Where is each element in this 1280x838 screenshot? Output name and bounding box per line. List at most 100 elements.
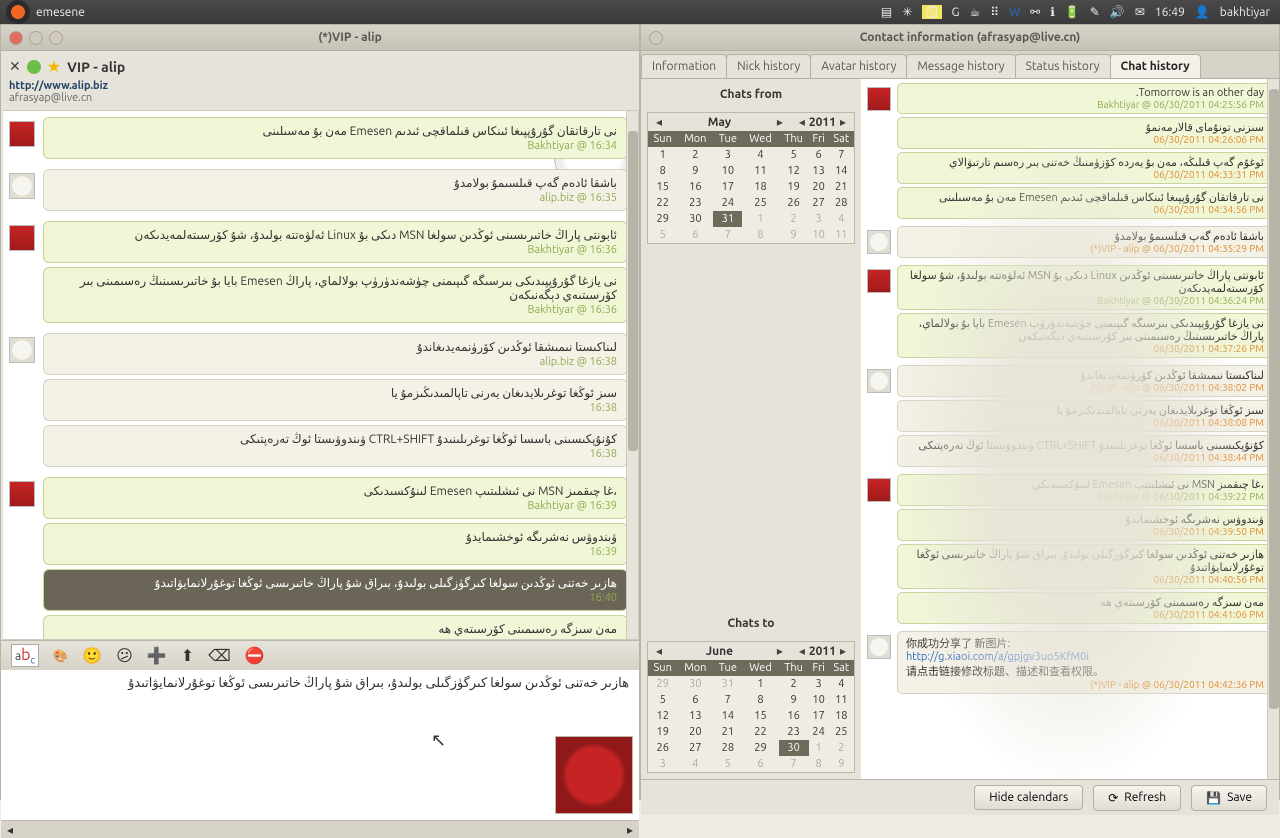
- cal-day[interactable]: 10: [809, 227, 829, 243]
- font-button[interactable]: abc: [11, 644, 39, 667]
- cal-day[interactable]: 10: [713, 163, 742, 179]
- tab-status-history[interactable]: Status history: [1015, 54, 1111, 78]
- message-bubble[interactable]: سىز ئوڭغا توغرىلايدىغان يەرنى تاپالمىدىڭ…: [43, 379, 628, 421]
- cal-day[interactable]: 9: [677, 163, 713, 179]
- cal-day[interactable]: 7: [779, 756, 809, 772]
- cal-day[interactable]: 22: [648, 195, 677, 211]
- tab-message-history[interactable]: Message history: [906, 54, 1015, 78]
- cal-next-month-icon[interactable]: ▸: [773, 115, 787, 129]
- grid-icon[interactable]: G: [952, 6, 960, 19]
- message-bubble[interactable]: لىناكىستا نىمىشقا ئوڭدىن كۆرۈنمەيدىغاندۇ…: [43, 333, 628, 375]
- notes-icon[interactable]: 🗒: [922, 5, 941, 19]
- ubuntu-logo-icon[interactable]: [6, 0, 30, 24]
- hide-calendars-button[interactable]: Hide calendars: [974, 785, 1083, 810]
- cal-day[interactable]: 4: [829, 211, 854, 227]
- history-bubble[interactable]: ۋىندوۋس نەشرىگە ئوخشىمايدۇ06/30/2011 04:…: [897, 509, 1273, 541]
- cal-day[interactable]: 2: [677, 147, 713, 163]
- cal-day[interactable]: 5: [648, 227, 677, 243]
- cal-day[interactable]: 20: [809, 179, 829, 195]
- cal-day[interactable]: 18: [742, 179, 778, 195]
- history-bubble[interactable]: 你成功分享了 新图片:http://g.xiaoi.com/a/gpjgv3uo…: [897, 631, 1273, 694]
- window-maximize-button[interactable]: [49, 31, 63, 45]
- cal-day[interactable]: 30: [677, 676, 713, 692]
- cal-day[interactable]: 26: [779, 195, 809, 211]
- cal-day[interactable]: 3: [648, 756, 677, 772]
- cal-day[interactable]: 5: [648, 692, 677, 708]
- message-bubble[interactable]: نى تارقاتقان گۇرۇپپىغا ئىنكاس قىلماقچى ئ…: [43, 117, 628, 159]
- history-bubble[interactable]: ھازىر خەتنى ئوڭدىن سولغا كىرگۈزگىلى بولى…: [897, 544, 1273, 589]
- bluetooth-icon[interactable]: ✳: [902, 5, 912, 19]
- favorite-star-icon[interactable]: ★: [47, 57, 61, 76]
- cal-day[interactable]: 6: [809, 147, 829, 163]
- history-bubble[interactable]: لىناكىستا نىمىشقا ئوڭدىن كۆرۈنمەيدىغاندۇ…: [897, 365, 1273, 397]
- cal-day[interactable]: 9: [779, 692, 809, 708]
- cal-day[interactable]: 6: [742, 756, 778, 772]
- color-button[interactable]: 🎨: [53, 649, 68, 663]
- bluetooth2-icon[interactable]: ⚯: [1030, 5, 1040, 19]
- message-bubble[interactable]: ھازىر خەتنى ئوڭدىن سولغا كىرگۈزگىلى بولى…: [43, 569, 628, 611]
- tray-icon[interactable]: ▤: [881, 5, 892, 19]
- cal-day[interactable]: 31: [713, 676, 742, 692]
- scroll-left-icon[interactable]: ◂: [7, 823, 13, 837]
- cal-day[interactable]: 19: [648, 724, 677, 740]
- cal-day[interactable]: 31: [713, 211, 742, 227]
- cal-day[interactable]: 15: [742, 708, 778, 724]
- cal-day[interactable]: 8: [648, 163, 677, 179]
- cal-day[interactable]: 14: [713, 708, 742, 724]
- contact-website[interactable]: http://www.alip.biz: [9, 80, 108, 92]
- cal-day[interactable]: 13: [809, 163, 829, 179]
- message-input[interactable]: ھازىر خەتنى ئوڭدىن سولغا كىرگۈزگىلى بولى…: [1, 670, 639, 820]
- message-bubble[interactable]: مەن سىزگە رەسىمىنى كۆرسىتەي ھە16:41: [43, 615, 628, 640]
- cal-day[interactable]: 4: [742, 147, 778, 163]
- close-tab-icon[interactable]: ✕: [9, 58, 21, 75]
- cal-day[interactable]: 8: [809, 756, 829, 772]
- message-bubble[interactable]: ،غا چىقمىز MSN نى ئىشلىتىپ Emesen لىنۇكس…: [43, 477, 628, 519]
- cal-prev-month-icon[interactable]: ◂: [652, 115, 666, 129]
- cal-day[interactable]: 29: [648, 676, 677, 692]
- cal-next-month-icon[interactable]: ▸: [773, 644, 787, 658]
- cal-day[interactable]: 11: [829, 692, 854, 708]
- window-minimize-button[interactable]: [29, 31, 43, 45]
- volume-icon[interactable]: 🔊: [1110, 5, 1125, 19]
- cal-day[interactable]: 27: [677, 740, 713, 756]
- cal-day[interactable]: 27: [809, 195, 829, 211]
- history-bubble[interactable]: ئوغۇم گەپ قىلىڭە، مەن بۇ يەردە كۆزۈمنىڭ …: [897, 152, 1273, 184]
- chat-message-area[interactable]: نى تارقاتقان گۇرۇپپىغا ئىنكاس قىلماقچى ئ…: [3, 110, 639, 640]
- cal-day[interactable]: 21: [713, 724, 742, 740]
- cal-day[interactable]: 6: [677, 227, 713, 243]
- calendar-to[interactable]: ◂ June ▸ ◂ 2011 ▸ SunMonTueWedThuFriSat2…: [647, 641, 855, 773]
- java-icon[interactable]: ☕: [970, 5, 981, 19]
- cal-day[interactable]: 11: [829, 227, 854, 243]
- cal-day[interactable]: 17: [809, 708, 829, 724]
- cal-day[interactable]: 22: [742, 724, 778, 740]
- cal-day[interactable]: 5: [713, 756, 742, 772]
- cal-day[interactable]: 1: [742, 211, 778, 227]
- cal-day[interactable]: 26: [648, 740, 677, 756]
- cal-day[interactable]: 3: [713, 147, 742, 163]
- cal-prev-month-icon[interactable]: ◂: [652, 644, 666, 658]
- history-bubble[interactable]: Tomorrow is an other day.Bakhtiyar @ 06/…: [897, 83, 1273, 114]
- cal-day[interactable]: 29: [648, 211, 677, 227]
- cal-day[interactable]: 25: [742, 195, 778, 211]
- cal-day[interactable]: 12: [648, 708, 677, 724]
- cal-day[interactable]: 5: [779, 147, 809, 163]
- history-bubble[interactable]: سىزنى تونۇمای قالارمەنمۇ06/30/2011 04:26…: [897, 117, 1273, 149]
- calendar-from[interactable]: ◂ May ▸ ◂ 2011 ▸ SunMonTueWedThuFriSat12…: [647, 112, 855, 244]
- history-bubble[interactable]: نى تارقاتقان گۇرۇپپىغا ئىنكاس قىلماقچى ئ…: [897, 187, 1273, 219]
- cal-day[interactable]: 16: [677, 179, 713, 195]
- history-bubble[interactable]: مەن سىزگە رەسىمىنى كۆرسىتەي ھە06/30/2011…: [897, 592, 1273, 624]
- battery-icon[interactable]: 🔋: [1065, 5, 1080, 19]
- history-bubble[interactable]: ،غا چىقمىز MSN نى ئىشلىتىپ Emesen لىنۇكس…: [897, 474, 1273, 506]
- cal-day[interactable]: 1: [648, 147, 677, 163]
- chat-history-area[interactable]: Tomorrow is an other day.Bakhtiyar @ 06/…: [861, 79, 1279, 779]
- cal-day[interactable]: 11: [742, 163, 778, 179]
- cal-day[interactable]: 9: [779, 227, 809, 243]
- cal-day[interactable]: 3: [809, 676, 829, 692]
- cal-day[interactable]: 20: [677, 724, 713, 740]
- history-bubble[interactable]: سىز ئوڭغا توغرىلايدىغان يەرنى تاپالمىدىڭ…: [897, 400, 1273, 432]
- cal-day[interactable]: 7: [829, 147, 854, 163]
- emoticon-sad-icon[interactable]: 😕: [116, 646, 133, 665]
- cal-day[interactable]: 21: [829, 179, 854, 195]
- cal-day[interactable]: 19: [779, 179, 809, 195]
- username[interactable]: bakhtiyar: [1220, 6, 1270, 19]
